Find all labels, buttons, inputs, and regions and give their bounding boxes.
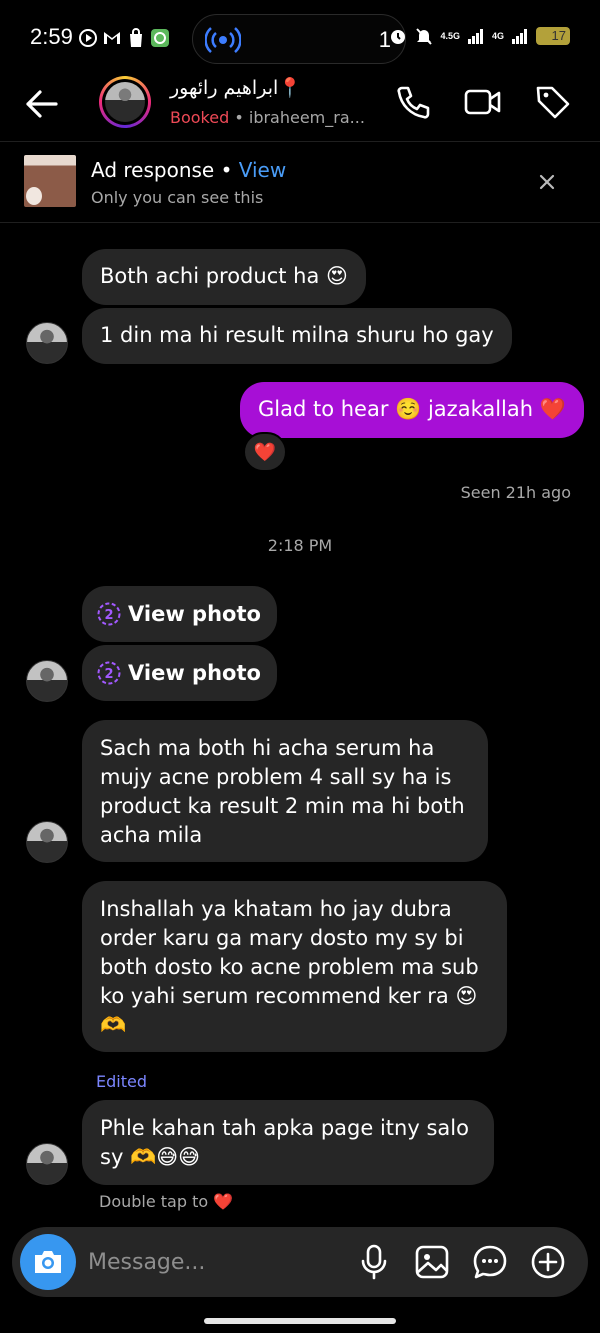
- username-label: • ibraheem_ra...: [234, 108, 365, 127]
- message-line: mujy acne problem 4 sall sy ha is: [100, 765, 452, 789]
- message-line: ko yahi serum recommend ker ra 😍: [100, 984, 478, 1008]
- voice-message-button[interactable]: [354, 1242, 394, 1282]
- ad-title-text: Ad response: [91, 158, 215, 182]
- arrow-left-icon: [26, 90, 58, 118]
- ad-subtitle: Only you can see this: [91, 188, 264, 207]
- video-call-button[interactable]: [463, 82, 503, 122]
- sticker-button[interactable]: [470, 1242, 510, 1282]
- camera-button[interactable]: [20, 1234, 76, 1290]
- view-once-icon: 2: [97, 602, 121, 626]
- ad-separator: •: [220, 158, 233, 182]
- message-line: sy 🫶😅😅: [100, 1145, 200, 1169]
- network-2: 4G: [491, 30, 504, 41]
- message-incoming[interactable]: Both achi product ha 😍: [82, 249, 366, 305]
- close-ad-button[interactable]: [536, 171, 558, 193]
- notification-icons: [78, 28, 170, 48]
- ad-view-link[interactable]: View: [239, 158, 286, 182]
- shop-icon: [126, 28, 146, 48]
- avatar[interactable]: [26, 821, 68, 863]
- ad-title: Ad response • View: [91, 158, 286, 182]
- timestamp: 2:18 PM: [267, 536, 333, 555]
- video-camera-icon: [464, 89, 501, 115]
- gmail-icon: [102, 28, 122, 48]
- image-icon: [415, 1245, 449, 1279]
- ad-thumbnail: [24, 155, 76, 207]
- chat-header: ابراهیم رائھور📍 Booked • ibraheem_ra...: [0, 76, 600, 142]
- system-icons: 4.5G 4G 17: [388, 26, 570, 46]
- message-line: both dosto ko acne problem ma sub: [100, 955, 479, 979]
- app-icon: [150, 28, 170, 48]
- broadcast-icon: [205, 27, 241, 53]
- mute-icon: [414, 26, 434, 46]
- message-line: order karu ga mary dosto my sy bi: [100, 926, 464, 950]
- avatar[interactable]: [26, 1143, 68, 1185]
- view-photo-label: View photo: [128, 602, 261, 626]
- double-tap-hint: Double tap to ❤️: [99, 1192, 234, 1211]
- seen-status: Seen 21h ago: [460, 483, 571, 502]
- gallery-button[interactable]: [412, 1242, 452, 1282]
- battery-icon: 17: [536, 27, 570, 45]
- message-outgoing[interactable]: Glad to hear ☺️ jazakallah ❤️: [240, 382, 584, 438]
- avatar: [105, 82, 145, 122]
- message-incoming[interactable]: Phle kahan tah apka page itny salo sy 🫶😅…: [82, 1100, 494, 1185]
- message-line: Sach ma both hi acha serum ha: [100, 736, 435, 760]
- alarm-icon: [388, 26, 408, 46]
- booked-label: Booked: [170, 108, 230, 127]
- tag-icon: [536, 86, 570, 119]
- message-line: 🫶: [100, 1013, 127, 1037]
- contact-name[interactable]: ابراهیم رائھور📍: [170, 76, 302, 99]
- camera-icon: [35, 1251, 61, 1273]
- view-photo-label: View photo: [128, 661, 261, 685]
- tag-button[interactable]: [533, 82, 573, 122]
- svg-text:2: 2: [104, 608, 113, 623]
- message-incoming[interactable]: Sach ma both hi acha serum ha mujy acne …: [82, 720, 488, 862]
- add-button[interactable]: [528, 1242, 568, 1282]
- message-incoming[interactable]: 1 din ma hi result milna shuru ho gay: [82, 308, 512, 364]
- message-composer: [12, 1227, 588, 1297]
- view-once-icon: 2: [97, 661, 121, 685]
- svg-text:2: 2: [104, 667, 113, 682]
- close-icon: [539, 174, 555, 190]
- chat-bubble-icon: [473, 1245, 507, 1279]
- clock: 2:59: [30, 24, 73, 49]
- plus-circle-icon: [531, 1245, 565, 1279]
- message-line: product ka result 2 min ma hi both: [100, 794, 465, 818]
- live-pill[interactable]: 1: [192, 14, 406, 64]
- contact-avatar[interactable]: [99, 76, 151, 128]
- message-line: acha mila: [100, 823, 203, 847]
- reaction-heart[interactable]: ❤️: [243, 432, 287, 472]
- edited-label: Edited: [96, 1072, 147, 1091]
- avatar[interactable]: [26, 660, 68, 702]
- contact-subtitle[interactable]: Booked • ibraheem_ra...: [170, 108, 365, 127]
- microphone-icon: [361, 1244, 387, 1280]
- play-icon: [78, 28, 98, 48]
- view-photo-button[interactable]: 2 View photo: [82, 586, 277, 642]
- message-line: Inshallah ya khatam ho jay dubra: [100, 897, 452, 921]
- home-indicator[interactable]: [204, 1318, 396, 1324]
- signal-icon: [466, 26, 486, 46]
- signal-icon: [510, 26, 530, 46]
- network-1: 4.5G: [440, 30, 460, 41]
- voice-call-button[interactable]: [393, 82, 433, 122]
- status-bar: 2:59 1 4.5G 4G 17: [0, 0, 600, 76]
- message-line: Phle kahan tah apka page itny salo: [100, 1116, 469, 1140]
- avatar[interactable]: [26, 322, 68, 364]
- view-photo-button[interactable]: 2 View photo: [82, 645, 277, 701]
- message-incoming[interactable]: Inshallah ya khatam ho jay dubra order k…: [82, 881, 507, 1052]
- message-input[interactable]: [88, 1247, 318, 1277]
- ad-response-banner[interactable]: Ad response • View Only you can see this: [0, 143, 600, 223]
- heart-icon: ❤️: [253, 441, 277, 463]
- phone-icon: [397, 86, 430, 119]
- back-button[interactable]: [22, 84, 62, 124]
